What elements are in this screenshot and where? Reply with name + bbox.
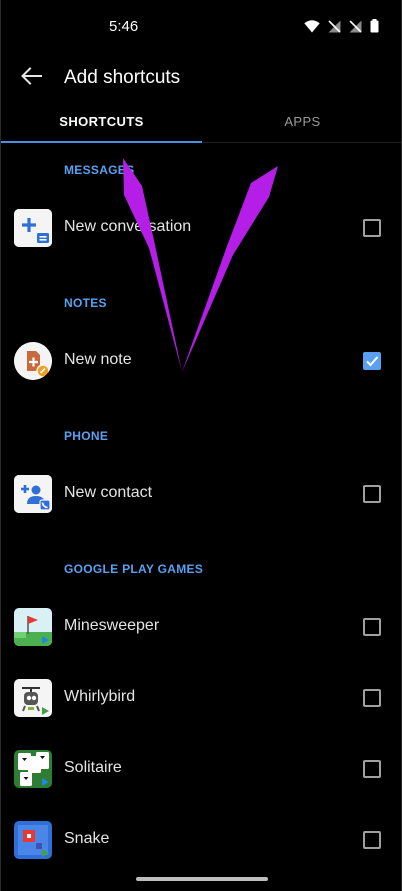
- tab-apps[interactable]: APPS: [202, 100, 401, 143]
- gesture-nav-handle[interactable]: [136, 877, 268, 881]
- arrow-left-icon: [20, 66, 42, 90]
- whirlybird-game-icon: [14, 679, 52, 717]
- checkbox-snake[interactable]: [363, 831, 381, 849]
- solitaire-game-icon: [14, 750, 52, 788]
- no-signal-icon: [328, 19, 341, 33]
- notes-new-note-icon: [14, 342, 52, 380]
- list-item-minesweeper[interactable]: Minesweeper: [1, 597, 401, 657]
- wifi-icon: [304, 19, 320, 33]
- section-header-notes: NOTES: [64, 296, 107, 310]
- checkbox-new-note[interactable]: [363, 352, 381, 370]
- section-header-phone: PHONE: [64, 429, 109, 443]
- snake-game-icon: [14, 821, 52, 859]
- status-time: 5:46: [109, 18, 139, 35]
- checkbox-minesweeper[interactable]: [363, 618, 381, 636]
- tab-indicator: [1, 141, 202, 143]
- app-bar: Add shortcuts: [1, 56, 401, 100]
- phone-new-contact-icon: [14, 475, 52, 513]
- checkbox-solitaire[interactable]: [363, 760, 381, 778]
- list-item-new-note[interactable]: New note: [1, 331, 401, 391]
- section-header-messages: MESSAGES: [64, 163, 135, 177]
- list-item-new-conversation[interactable]: New conversation: [1, 198, 401, 258]
- back-button[interactable]: [15, 62, 47, 94]
- item-label-new-conversation: New conversation: [64, 218, 192, 235]
- checkbox-new-contact[interactable]: [363, 485, 381, 503]
- item-label-snake: Snake: [64, 830, 110, 847]
- section-header-google-play-games: GOOGLE PLAY GAMES: [64, 562, 204, 576]
- minesweeper-game-icon: [14, 608, 52, 646]
- tab-shortcuts-label: SHORTCUTS: [59, 114, 144, 129]
- checkbox-whirlybird[interactable]: [363, 689, 381, 707]
- list-item-whirlybird[interactable]: Whirlybird: [1, 668, 401, 728]
- item-label-new-contact: New contact: [64, 484, 153, 501]
- checkbox-new-conversation[interactable]: [363, 219, 381, 237]
- status-icons: [304, 19, 379, 33]
- item-label-minesweeper: Minesweeper: [64, 617, 160, 634]
- item-label-solitaire: Solitaire: [64, 759, 122, 776]
- no-signal-icon: [349, 19, 362, 33]
- tab-bar: SHORTCUTS APPS: [1, 100, 401, 143]
- status-bar: 5:46: [1, 0, 401, 56]
- list-item-snake[interactable]: Snake: [1, 810, 401, 870]
- list-item-new-contact[interactable]: New contact: [1, 464, 401, 524]
- add-shortcuts-screen: 5:46 Add shortcuts SHORTCUTS APPS MESSAG…: [0, 0, 402, 891]
- page-title: Add shortcuts: [64, 67, 181, 88]
- list-item-solitaire[interactable]: Solitaire: [1, 739, 401, 799]
- battery-icon: [370, 19, 379, 33]
- item-label-whirlybird: Whirlybird: [64, 688, 136, 705]
- messages-new-conversation-icon: [14, 209, 52, 247]
- tab-shortcuts[interactable]: SHORTCUTS: [1, 100, 202, 143]
- check-icon: [365, 354, 379, 368]
- item-label-new-note: New note: [64, 351, 132, 368]
- tab-apps-label: APPS: [284, 114, 321, 129]
